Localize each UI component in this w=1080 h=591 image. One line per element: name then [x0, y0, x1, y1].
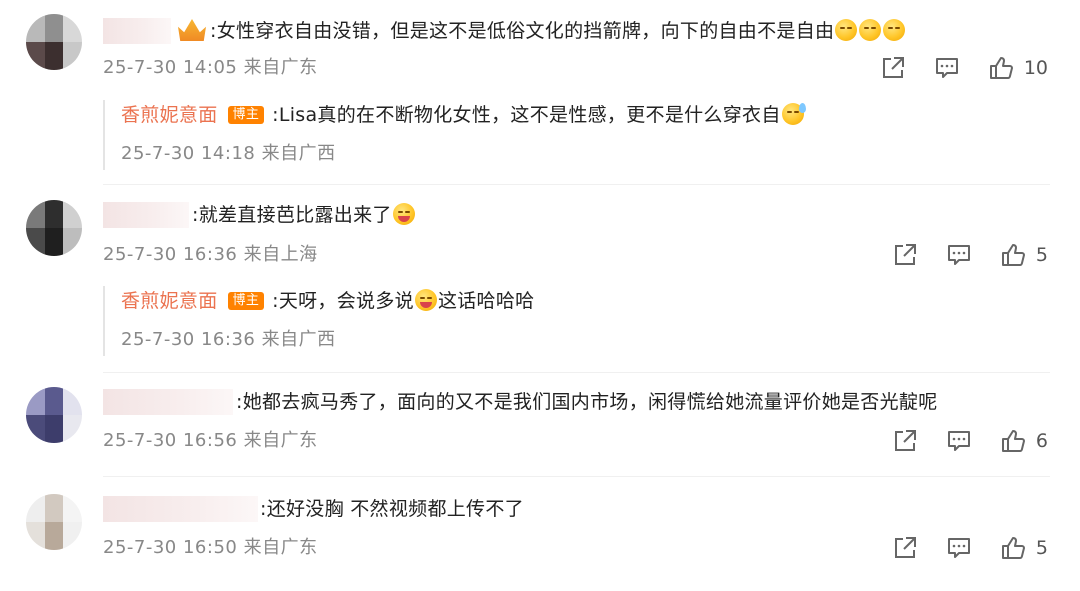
share-icon	[882, 57, 904, 78]
kiss-emoji-icon	[392, 203, 415, 225]
comment-icon	[935, 58, 958, 78]
thumbs-up-icon	[1001, 537, 1025, 559]
share-icon	[894, 430, 916, 451]
comment-meta: 25-7-30 14:05 来自广东	[103, 57, 318, 78]
sweat-emoji-icon	[781, 103, 806, 125]
comment-meta: 25-7-30 16:36 来自上海	[103, 244, 318, 265]
comment-text: :女性穿衣自由没错，但是这不是低俗文化的挡箭牌，向下的自由不是自由	[178, 18, 906, 44]
thumbs-up-icon	[1001, 430, 1025, 452]
comment-icon	[947, 245, 970, 265]
share-icon	[894, 244, 916, 265]
username-blurred[interactable]	[103, 496, 258, 522]
comment-actions: 10	[880, 53, 1048, 83]
comment-actions: 5	[892, 533, 1048, 563]
like-count: 6	[1035, 430, 1048, 452]
reply-author-link[interactable]: 香煎妮意面	[121, 104, 218, 126]
blogger-badge: 博主	[227, 106, 265, 124]
blogger-badge: 博主	[227, 292, 265, 310]
comment-button[interactable]	[946, 428, 972, 454]
smile-emoji-icon	[835, 19, 858, 41]
reply-text-part-a: :天呀，会说多说	[272, 290, 414, 312]
like-button[interactable]: 5	[1000, 535, 1048, 561]
comment-button[interactable]	[946, 242, 972, 268]
smile-emoji-icon	[883, 19, 906, 41]
share-icon	[894, 537, 916, 558]
thumbs-up-icon	[989, 57, 1013, 79]
comment-text: :就差直接芭比露出来了	[192, 202, 416, 228]
comment-text-content: :她都去疯马秀了，面向的又不是我们国内市场，闲得慌给她流量评价她是否光靛呢	[236, 391, 938, 413]
thumbs-up-icon	[1001, 244, 1025, 266]
comment-actions: 6	[892, 426, 1048, 456]
comment-text-content: :女性穿衣自由没错，但是这不是低俗文化的挡箭牌，向下的自由不是自由	[210, 20, 835, 42]
comment-text: :还好没胸 不然视频都上传不了	[260, 496, 524, 522]
avatar[interactable]	[26, 200, 82, 256]
comment-icon	[947, 431, 970, 451]
reply-text: 香煎妮意面 博主 :Lisa真的在不断物化女性，这不是性感，更不是什么穿衣自	[121, 102, 806, 128]
comment-text-content: :就差直接芭比露出来了	[192, 204, 392, 226]
reply-block: 香煎妮意面 博主 :Lisa真的在不断物化女性，这不是性感，更不是什么穿衣自 25-…	[103, 100, 1005, 170]
reply-block: 香煎妮意面 博主 :天呀，会说多说 这话哈哈哈 25-7-30 16:36 来自广西	[103, 286, 1005, 356]
like-button[interactable]: 6	[1000, 428, 1048, 454]
reply-text-content: :Lisa真的在不断物化女性，这不是性感，更不是什么穿衣自	[272, 104, 781, 126]
share-button[interactable]	[892, 535, 918, 561]
divider	[103, 476, 1050, 477]
comment-icon	[947, 538, 970, 558]
avatar[interactable]	[26, 14, 82, 70]
comment-button[interactable]	[934, 55, 960, 81]
like-count: 5	[1035, 244, 1048, 266]
reply-text-part-b: 这话哈哈哈	[437, 290, 535, 312]
like-button[interactable]: 5	[1000, 242, 1048, 268]
like-count: 5	[1035, 537, 1048, 559]
comment-actions: 5	[892, 240, 1048, 270]
share-button[interactable]	[880, 55, 906, 81]
divider	[103, 184, 1050, 185]
comment-button[interactable]	[946, 535, 972, 561]
reply-author-link[interactable]: 香煎妮意面	[121, 290, 218, 312]
username-blurred[interactable]	[103, 202, 189, 228]
like-button[interactable]: 10	[988, 55, 1048, 81]
comment-meta: 25-7-30 16:56 来自广东	[103, 430, 318, 451]
share-button[interactable]	[892, 428, 918, 454]
avatar[interactable]	[26, 387, 82, 443]
reply-meta: 25-7-30 16:36 来自广西	[121, 329, 336, 350]
reply-meta: 25-7-30 14:18 来自广西	[121, 143, 336, 164]
reply-text: 香煎妮意面 博主 :天呀，会说多说 这话哈哈哈	[121, 288, 534, 314]
shy-emoji-icon	[414, 289, 437, 311]
smile-emoji-icon	[859, 19, 882, 41]
comment-text-content: :还好没胸 不然视频都上传不了	[260, 498, 524, 520]
comment-meta: 25-7-30 16:50 来自广东	[103, 537, 318, 558]
username-blurred[interactable]	[103, 18, 171, 44]
share-button[interactable]	[892, 242, 918, 268]
username-blurred[interactable]	[103, 389, 233, 415]
comment-text: :她都去疯马秀了，面向的又不是我们国内市场，闲得慌给她流量评价她是否光靛呢	[236, 389, 938, 415]
fan-crown-icon	[178, 19, 206, 41]
divider	[103, 372, 1050, 373]
avatar[interactable]	[26, 494, 82, 550]
like-count: 10	[1023, 57, 1048, 79]
